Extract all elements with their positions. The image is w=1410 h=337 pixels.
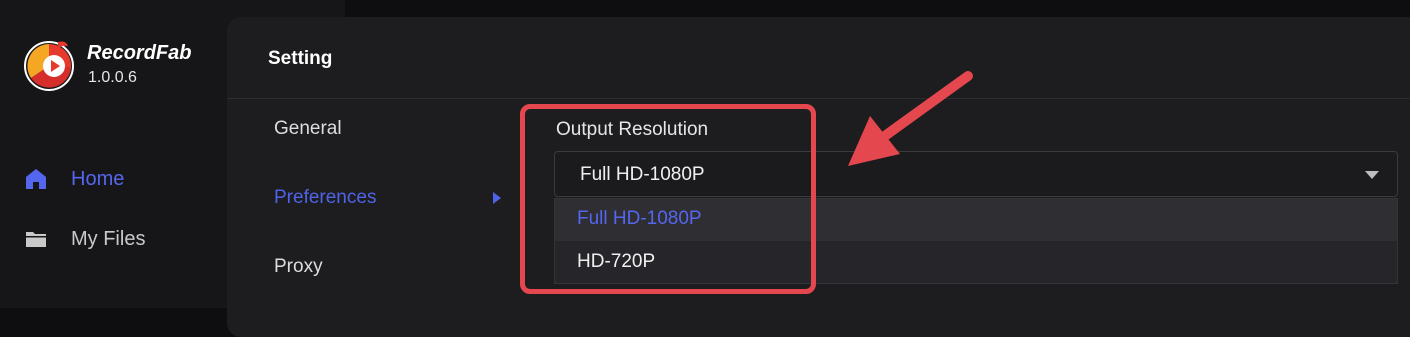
app-version: 1.0.0.6 (88, 69, 137, 86)
app-name: RecordFab (87, 42, 192, 64)
settings-tab-preferences[interactable]: Preferences (274, 187, 376, 209)
page-title: Setting (268, 48, 333, 69)
home-icon (26, 169, 46, 189)
selected-value: Full HD-1080P (580, 164, 705, 185)
settings-tab-general[interactable]: General (274, 118, 342, 140)
settings-tab-proxy[interactable]: Proxy (274, 256, 323, 278)
active-tab-arrow-icon (493, 192, 501, 204)
recordfab-logo-icon (24, 41, 74, 91)
folder-icon (26, 232, 46, 247)
sidebar-item-home[interactable]: Home (24, 164, 214, 194)
chevron-down-icon (1365, 171, 1379, 179)
resolution-dropdown-menu: Full HD-1080P HD-720P (554, 198, 1398, 284)
header-divider (227, 98, 1410, 99)
sidebar-item-label: My Files (71, 228, 146, 250)
sidebar-item-label: Home (71, 168, 125, 190)
app-window: RecordFab 1.0.0.6 Home My Files Setting … (0, 0, 1410, 337)
option-label: Full HD-1080P (577, 208, 702, 229)
option-hd-720p[interactable]: HD-720P (555, 242, 1397, 284)
output-resolution-label: Output Resolution (556, 119, 709, 140)
option-label: HD-720P (577, 251, 656, 272)
option-full-hd-1080p[interactable]: Full HD-1080P (555, 199, 1397, 241)
annotation-arrow-icon (848, 71, 973, 166)
sidebar-item-my-files[interactable]: My Files (24, 224, 214, 254)
